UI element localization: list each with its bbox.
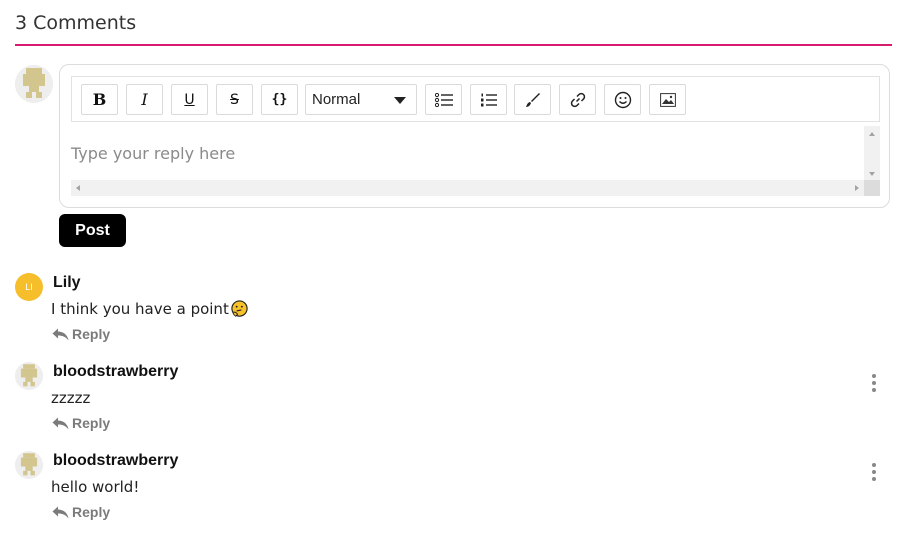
reply-placeholder: Type your reply here [71,144,236,163]
comment-item: LI Lily I think you have a point Reply [0,273,901,353]
code-icon: {} [271,92,288,107]
italic-button[interactable]: I [126,84,163,115]
post-button[interactable]: Post [59,214,126,247]
avatar [15,451,43,479]
emoji-icon [614,91,631,108]
image-icon [659,92,676,107]
image-button[interactable] [649,84,686,115]
comment-text: I think you have a point [51,299,249,319]
reply-button[interactable]: Reply [52,503,110,521]
comments-count-title: 3 Comments [15,12,137,34]
reply-label: Reply [72,415,111,431]
avatar: LI [15,273,43,301]
comment-item: bloodstrawberry hello world! Reply [0,451,901,531]
bold-button[interactable]: B [81,84,118,115]
reply-editor: B I U S {} Normal Type your reply here [59,64,890,208]
horizontal-scrollbar[interactable] [71,180,864,196]
comment-text-content: I think you have a point [51,300,229,318]
italic-icon: I [141,90,148,109]
identicon-icon [15,362,43,390]
reply-textarea[interactable]: Type your reply here [71,126,880,197]
reply-button[interactable]: Reply [52,325,110,343]
more-vertical-icon[interactable] [867,372,881,394]
link-icon [570,92,585,107]
scroll-down-icon[interactable] [869,172,875,176]
brush-button[interactable] [514,84,551,115]
reply-button[interactable]: Reply [52,414,110,432]
scrollbar-corner [864,180,880,196]
scroll-up-icon[interactable] [869,132,875,136]
editor-toolbar: B I U S {} Normal [71,76,880,122]
link-button[interactable] [559,84,596,115]
comment-author[interactable]: bloodstrawberry [53,451,178,471]
avatar [15,362,43,390]
comment-item: bloodstrawberry zzzzz Reply [0,362,901,442]
comment-text: hello world! [51,478,140,496]
ordered-list-button[interactable] [425,84,462,115]
reply-arrow-icon [52,328,69,340]
reply-arrow-icon [52,506,69,518]
reply-label: Reply [72,504,111,520]
reply-label: Reply [72,326,111,342]
current-user-avatar [15,65,53,103]
emoji-button[interactable] [604,84,641,115]
block-format-value: Normal [312,91,361,108]
strikethrough-icon: S [230,91,239,108]
thinking-face-icon [231,299,248,317]
comments-header: 3 Comments [15,10,892,46]
comment-text: zzzzz [51,389,91,407]
bullet-list-icon [480,93,497,106]
identicon-icon [15,65,53,103]
scroll-right-icon[interactable] [855,185,859,191]
comment-author[interactable]: Lily [53,273,81,293]
chevron-down-icon [394,97,406,104]
scroll-left-icon[interactable] [76,185,80,191]
brush-icon [525,92,540,107]
identicon-icon [15,451,43,479]
bullet-list-button[interactable] [470,84,507,115]
strikethrough-button[interactable]: S [216,84,253,115]
underline-icon: U [184,91,195,108]
bold-icon: B [92,90,107,109]
code-block-button[interactable]: {} [261,84,298,115]
comment-author[interactable]: bloodstrawberry [53,362,178,382]
more-vertical-icon[interactable] [867,461,881,483]
ordered-list-icon [434,92,453,107]
vertical-scrollbar[interactable] [864,126,880,180]
reply-arrow-icon [52,417,69,429]
block-format-select[interactable]: Normal [305,84,417,115]
underline-button[interactable]: U [171,84,208,115]
